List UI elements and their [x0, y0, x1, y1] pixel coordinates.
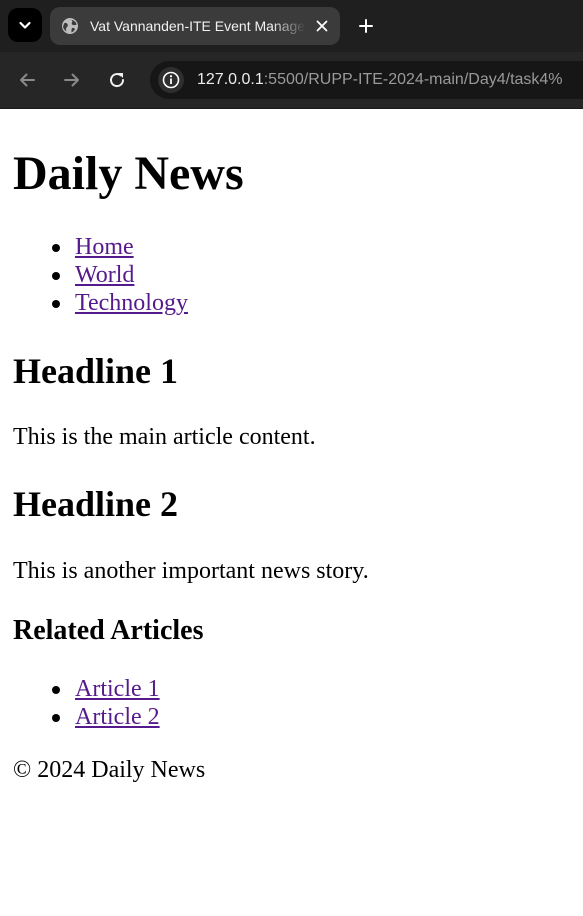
article-body-2: This is another important news story. — [13, 558, 369, 584]
url-host: 127.0.0.1 — [197, 71, 264, 88]
forward-button[interactable] — [60, 68, 84, 92]
article-body-1: This is the main article content. — [13, 424, 316, 450]
related-item-1: Article 1 — [52, 675, 160, 703]
article-headline-1: Headline 1 — [13, 351, 179, 391]
address-bar[interactable]: 127.0.0.1:5500/RUPP-ITE-2024-main/Day4/t… — [150, 61, 583, 99]
nav-item-world: World — [52, 261, 134, 289]
chevron-down-icon — [19, 21, 31, 29]
nav-link-technology[interactable]: Technology — [75, 290, 188, 316]
close-icon[interactable] — [314, 18, 330, 34]
related-link-article-1[interactable]: Article 1 — [75, 676, 160, 702]
browser-tab-strip: Vat Vannanden-ITE Event Manager — [0, 0, 583, 52]
arrow-right-icon — [64, 73, 79, 87]
footer-copyright: © 2024 Daily News — [13, 757, 206, 783]
bullet — [52, 244, 60, 252]
tab-title: Vat Vannanden-ITE Event Manager — [90, 18, 306, 34]
nav-item-technology: Technology — [52, 289, 188, 317]
browser-toolbar: 127.0.0.1:5500/RUPP-ITE-2024-main/Day4/t… — [0, 52, 583, 109]
url-path: :5500/RUPP-ITE-2024-main/Day4/task4% — [263, 71, 563, 88]
article-headline-2: Headline 2 — [13, 484, 179, 524]
reload-button[interactable] — [105, 68, 129, 92]
url-text: 127.0.0.1:5500/RUPP-ITE-2024-main/Day4/t… — [197, 61, 563, 99]
bullet — [52, 300, 60, 308]
nav-item-home: Home — [52, 233, 134, 261]
new-tab-button[interactable] — [352, 12, 380, 40]
plus-icon — [359, 19, 373, 33]
related-item-2: Article 2 — [52, 703, 160, 731]
related-link-article-2[interactable]: Article 2 — [75, 704, 160, 730]
back-button[interactable] — [15, 68, 39, 92]
browser-tab-active[interactable]: Vat Vannanden-ITE Event Manager — [50, 7, 340, 45]
nav-link-world[interactable]: World — [75, 262, 134, 288]
site-title: Daily News — [13, 147, 244, 200]
site-info-button[interactable] — [158, 67, 184, 93]
nav-link-home[interactable]: Home — [75, 234, 134, 260]
tab-search-button[interactable] — [8, 8, 42, 42]
info-icon — [162, 71, 180, 89]
reload-icon — [110, 73, 125, 88]
related-articles-title: Related Articles — [13, 615, 204, 646]
bullet — [52, 272, 60, 280]
arrow-left-icon — [20, 73, 35, 87]
bullet — [52, 714, 60, 722]
globe-icon — [62, 18, 78, 34]
bullet — [52, 686, 60, 694]
